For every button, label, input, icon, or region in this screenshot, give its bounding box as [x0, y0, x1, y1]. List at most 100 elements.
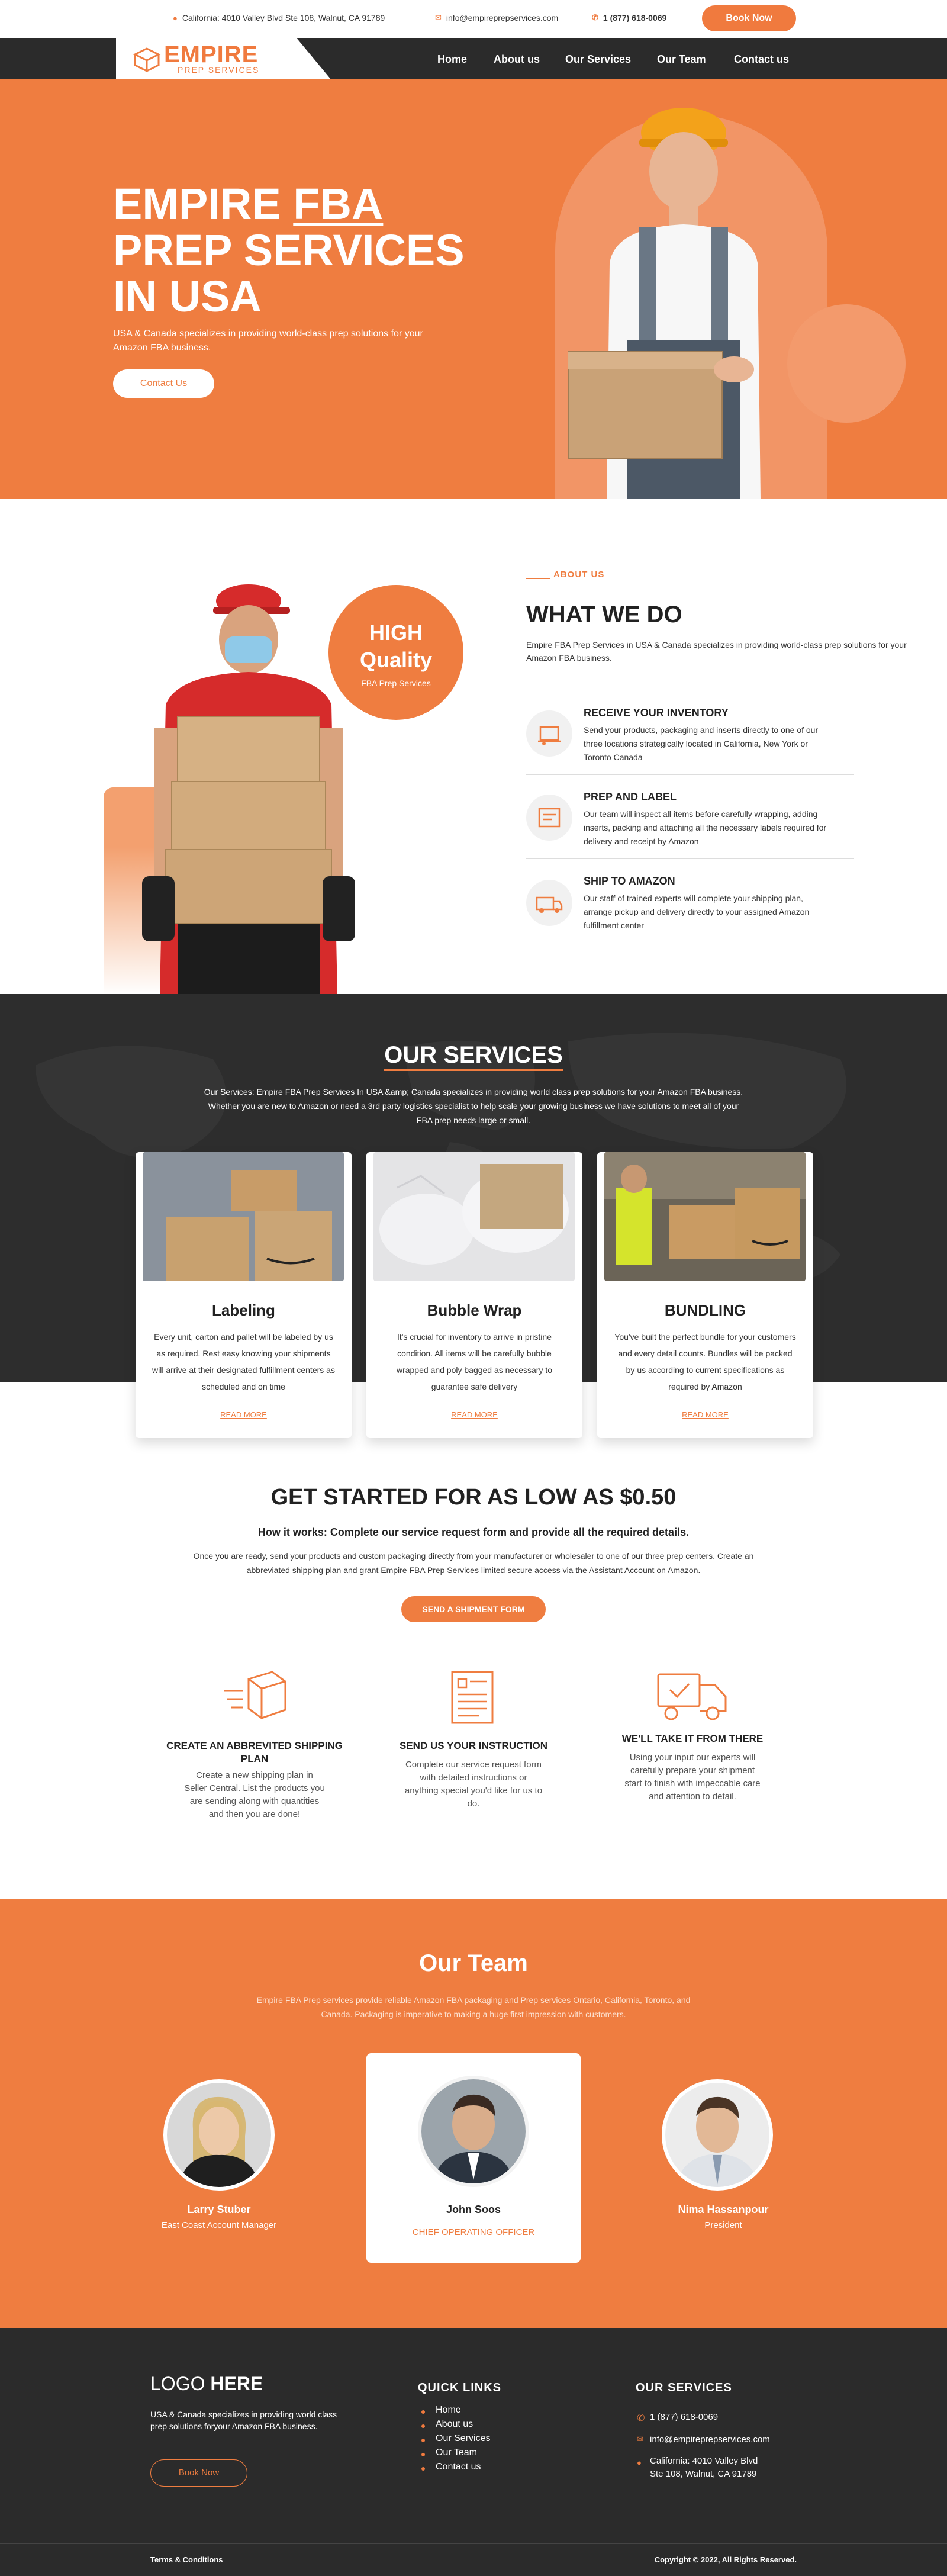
quality-badge-line-2: Quality	[359, 648, 433, 672]
footer-link-contact[interactable]: Contact us	[436, 2462, 481, 2472]
feature-3-title: SHIP TO AMAZON	[584, 875, 675, 887]
hero-title: EMPIRE FBA PREP SERVICES IN USA	[113, 181, 516, 320]
read-more-link[interactable]: READ MORE	[597, 1410, 813, 1419]
feature-1-text: Send your products, packaging and insert…	[584, 725, 819, 762]
footer-link-team[interactable]: Our Team	[436, 2448, 477, 2458]
nav-team[interactable]: Our Team	[657, 53, 706, 66]
book-now-button[interactable]: Book Now	[702, 5, 796, 31]
feature-ship-icon-circle	[526, 880, 572, 926]
member-2-role: CHIEF OPERATING OFFICER	[412, 2227, 535, 2237]
member-3-name: Nima Hassanpour	[678, 2204, 769, 2215]
bundling-image	[604, 1152, 806, 1281]
top-phone-text[interactable]: 1 (877) 618-0069	[603, 13, 666, 22]
step-1-text: Create a new shipping plan in Seller Cen…	[184, 1770, 325, 1819]
quality-badge-line-1: HIGH	[369, 620, 423, 645]
footer-link-about[interactable]: About us	[436, 2419, 473, 2430]
logo-tagline: PREP SERVICES	[178, 65, 260, 75]
service-card-text: Every unit, carton and pallet will be la…	[152, 1332, 335, 1391]
footer-divider	[0, 2543, 947, 2544]
location-pin-icon: ●	[637, 2458, 642, 2467]
footer-logo-part-2: HERE	[210, 2373, 263, 2394]
feature-2-text: Our team will inspect all items before c…	[584, 809, 827, 846]
member-1-photo	[163, 2079, 275, 2191]
top-email-text[interactable]: info@empireprepservices.com	[446, 13, 558, 22]
member-1-name: Larry Stuber	[187, 2204, 251, 2215]
hero-title-part-3: PREP SERVICES	[113, 226, 465, 275]
labeling-image	[143, 1152, 344, 1281]
phone-icon: ✆	[637, 2413, 645, 2423]
nav-contact[interactable]: Contact us	[734, 53, 789, 66]
footer-text: USA & Canada specializes in providing wo…	[150, 2410, 337, 2431]
quick-links-title: QUICK LINKS	[418, 2381, 501, 2394]
footer-email[interactable]: info@empireprepservices.com	[650, 2435, 770, 2445]
member-3-photo	[662, 2079, 773, 2191]
footer-link-services[interactable]: Our Services	[436, 2433, 490, 2444]
copyright: Copyright © 2022, All Rights Reserved.	[654, 2555, 797, 2564]
step-2-text: Complete our service request form with d…	[404, 1760, 543, 1809]
footer-address-line-1: California: 4010 Valley Blvd	[650, 2456, 758, 2466]
services-title-text: OUR SERVICES	[384, 1042, 563, 1071]
avatar	[665, 2083, 769, 2187]
terms-link[interactable]: Terms & Conditions	[150, 2555, 223, 2564]
top-address: ● California: 4010 Valley Blvd Ste 108, …	[173, 13, 385, 22]
footer-link-home[interactable]: Home	[436, 2405, 461, 2416]
hero-title-part-4: IN USA	[113, 272, 262, 321]
about-title: WHAT WE DO	[526, 602, 682, 628]
service-card-title: Bubble Wrap	[427, 1301, 522, 1319]
top-phone[interactable]: ✆ 1 (877) 618-0069	[592, 13, 666, 22]
feature-label-icon-circle	[526, 795, 572, 841]
member-3-role: President	[704, 2220, 742, 2230]
step-2-title: SEND US YOUR INSTRUCTION	[400, 1740, 547, 1751]
feature-divider	[526, 774, 854, 775]
hero-title-part-2: FBA	[293, 179, 384, 229]
logo-text[interactable]: EMPIRE	[164, 41, 258, 68]
step-1-title: CREATE AN ABBREVITED SHIPPING PLAN	[166, 1740, 343, 1764]
phone-icon: ✆	[592, 13, 598, 22]
send-shipment-form-button[interactable]: SEND A SHIPMENT FORM	[401, 1596, 546, 1622]
bullet-icon	[421, 2424, 425, 2428]
warehouse-image	[604, 1152, 806, 1281]
bullet-icon	[421, 2453, 425, 2456]
nav-home[interactable]: Home	[437, 53, 467, 66]
team-text: Empire FBA Prep services provide reliabl…	[256, 1995, 691, 2019]
about-label-line	[526, 578, 550, 579]
member-1-role: East Coast Account Manager	[161, 2220, 277, 2230]
nav-services[interactable]: Our Services	[565, 53, 631, 66]
service-card-labeling[interactable]: Labeling Every unit, carton and pallet w…	[136, 1152, 352, 1438]
service-card-title: Labeling	[212, 1301, 275, 1319]
quality-badge-line-3: FBA Prep Services	[361, 678, 431, 688]
footer-phone[interactable]: 1 (877) 618-0069	[650, 2412, 718, 2422]
nav-about[interactable]: About us	[494, 53, 540, 66]
footer-book-now-button[interactable]: Book Now	[150, 2459, 247, 2487]
hero-circle-decor	[787, 304, 906, 423]
feature-2-title: PREP AND LABEL	[584, 791, 677, 803]
delivery-truck-icon	[657, 1673, 727, 1720]
avatar	[167, 2083, 271, 2187]
feature-inventory-icon-circle	[526, 710, 572, 757]
box-fast-icon	[224, 1671, 286, 1719]
boxes-image	[143, 1152, 344, 1281]
mail-icon: ✉	[435, 13, 442, 22]
started-subtitle: How it works: Complete our service reque…	[257, 1526, 690, 1538]
footer-address-line-2: Ste 108, Walnut, CA 91789	[650, 2469, 757, 2479]
step-3-title: WE'LL TAKE IT FROM THERE	[621, 1733, 764, 1744]
step-3-text: Using your input our experts will carefu…	[624, 1752, 761, 1802]
bullet-icon	[421, 2410, 425, 2414]
footer-services-title: OUR SERVICES	[636, 2381, 732, 2394]
top-address-text: California: 4010 Valley Blvd Ste 108, Wa…	[182, 13, 385, 22]
service-card-bundling[interactable]: BUNDLING You've built the perfect bundle…	[597, 1152, 813, 1438]
hero-worker-image	[568, 108, 761, 499]
read-more-link[interactable]: READ MORE	[136, 1410, 352, 1419]
service-card-bubble-wrap[interactable]: Bubble Wrap It's crucial for inventory t…	[366, 1152, 582, 1438]
service-card-text: It's crucial for inventory to arrive in …	[396, 1332, 553, 1391]
service-card-text: You've built the perfect bundle for your…	[614, 1332, 796, 1391]
about-text: Empire FBA Prep Services in USA & Canada…	[526, 640, 907, 663]
services-title: OUR SERVICES	[0, 1042, 947, 1071]
contact-us-button[interactable]: Contact Us	[113, 369, 214, 398]
top-email[interactable]: ✉ info@empireprepservices.com	[435, 13, 558, 22]
read-more-link[interactable]: READ MORE	[366, 1410, 582, 1419]
feature-3-text: Our staff of trained experts will comple…	[584, 893, 810, 930]
bullet-icon	[421, 2467, 425, 2471]
member-2-name: John Soos	[446, 2204, 501, 2215]
footer-logo[interactable]: LOGO HERE	[150, 2373, 263, 2395]
